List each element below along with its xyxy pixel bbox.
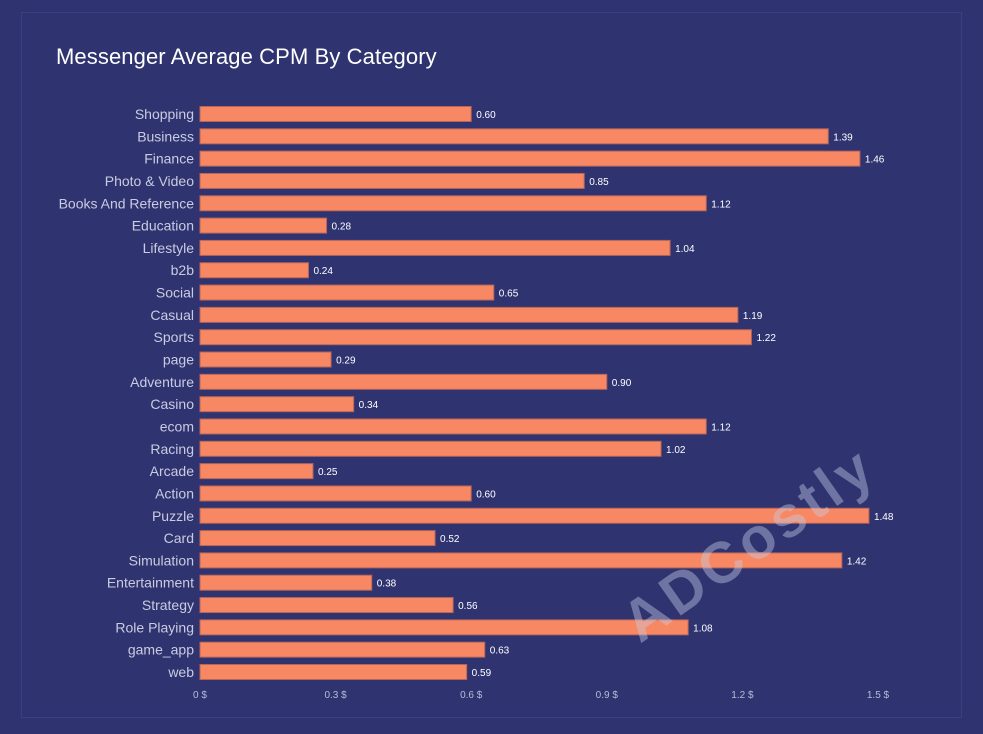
category-label: Strategy: [142, 597, 194, 613]
category-label: Lifestyle: [143, 240, 195, 256]
bar[interactable]: [199, 574, 373, 591]
value-label: 0.29: [336, 356, 356, 367]
category-label: b2b: [171, 262, 195, 278]
value-label: 1.12: [711, 199, 731, 210]
category-label: ecom: [160, 418, 194, 434]
bar[interactable]: [199, 619, 689, 636]
x-tick-label: 0.9 $: [596, 690, 619, 701]
category-label: Shopping: [135, 106, 194, 122]
value-label: 0.25: [318, 467, 338, 478]
value-label: 0.56: [458, 601, 478, 612]
bar[interactable]: [199, 440, 662, 457]
category-label: Books And Reference: [59, 195, 195, 211]
value-label: 1.39: [833, 132, 853, 143]
category-label: game_app: [128, 642, 194, 658]
category-label: Education: [132, 218, 194, 234]
value-label: 0.34: [359, 400, 379, 411]
value-label: 0.60: [476, 110, 496, 121]
value-label: 0.90: [612, 378, 632, 389]
value-label: 1.12: [711, 422, 731, 433]
bar[interactable]: [199, 641, 486, 658]
value-label: 0.65: [499, 289, 519, 300]
value-label: 0.63: [490, 646, 510, 657]
x-tick-label: 0.3 $: [324, 690, 347, 701]
category-label: Finance: [144, 151, 194, 167]
watermark: ADCostly: [610, 433, 887, 654]
bar[interactable]: [199, 351, 332, 368]
category-label: Entertainment: [107, 575, 194, 591]
category-label: web: [167, 664, 194, 680]
category-label: Casual: [150, 307, 194, 323]
value-label: 0.38: [377, 579, 397, 590]
bar[interactable]: [199, 597, 454, 614]
bar[interactable]: [199, 373, 608, 390]
category-label: Adventure: [130, 374, 194, 390]
bar[interactable]: [199, 396, 355, 413]
bar[interactable]: [199, 262, 309, 279]
value-label: 1.48: [874, 512, 894, 523]
bar[interactable]: [199, 128, 829, 145]
value-label: 1.42: [847, 556, 867, 567]
bar[interactable]: [199, 195, 707, 212]
bar[interactable]: [199, 239, 671, 256]
bars-group: Shopping 0.60 Business 1.39 Finance 1.46 Photo…: [59, 106, 894, 680]
category-label: Sports: [154, 329, 194, 345]
category-label: Business: [137, 128, 194, 144]
bar[interactable]: [199, 150, 861, 167]
x-tick-label: 1.2 $: [731, 690, 754, 701]
category-label: Card: [164, 530, 194, 546]
value-label: 0.85: [589, 177, 609, 188]
value-label: 0.52: [440, 534, 460, 545]
value-label: 1.04: [675, 244, 695, 255]
x-tick-label: 0.6 $: [460, 690, 483, 701]
value-label: 1.02: [666, 445, 686, 456]
bar[interactable]: [199, 106, 472, 122]
value-label: 1.08: [693, 623, 713, 634]
value-label: 1.46: [865, 155, 885, 166]
value-label: 0.60: [476, 489, 496, 500]
bar[interactable]: [199, 530, 436, 547]
x-tick-label: 0 $: [193, 690, 207, 701]
value-label: 1.22: [756, 333, 776, 344]
value-label: 0.24: [313, 266, 333, 277]
bar[interactable]: [199, 217, 328, 234]
value-label: 0.28: [332, 222, 352, 233]
x-tick-label: 1.5 $: [867, 690, 890, 701]
value-label: 1.19: [743, 311, 763, 322]
category-label: Arcade: [150, 463, 195, 479]
bar[interactable]: [199, 664, 468, 680]
category-label: Casino: [150, 396, 194, 412]
category-label: Role Playing: [115, 619, 194, 635]
bar[interactable]: [199, 463, 314, 480]
category-label: Social: [156, 285, 194, 301]
category-label: Racing: [150, 441, 194, 457]
category-label: Action: [155, 485, 194, 501]
bar[interactable]: [199, 284, 495, 301]
category-label: Simulation: [129, 552, 194, 568]
x-axis-ticks: 0 $ 0.3 $ 0.6 $ 0.9 $ 1.2 $ 1.5 $: [193, 690, 890, 701]
bar[interactable]: [199, 306, 739, 323]
value-label: 0.59: [472, 668, 492, 679]
category-label: Photo & Video: [105, 173, 194, 189]
category-label: page: [163, 352, 194, 368]
bar[interactable]: [199, 418, 707, 435]
bar[interactable]: [199, 485, 472, 502]
bar[interactable]: [199, 329, 752, 346]
bar[interactable]: [199, 172, 585, 189]
category-label: Puzzle: [152, 508, 194, 524]
bar-chart: Shopping 0.60 Business 1.39 Finance 1.46 Photo…: [59, 106, 894, 701]
